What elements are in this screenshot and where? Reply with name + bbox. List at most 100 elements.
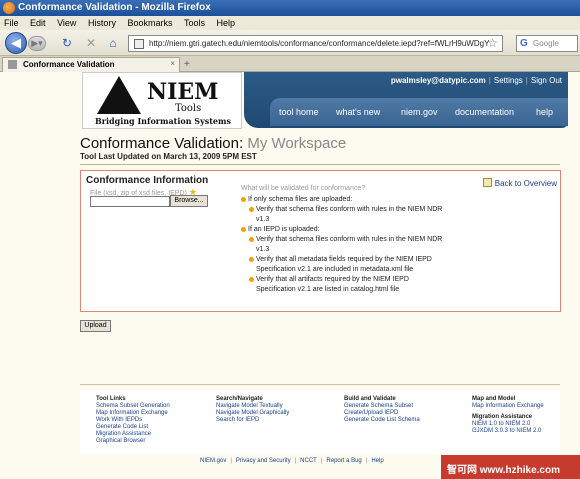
footer-col-search-navigate: Search/Navigate Navigate Model Textually N… bbox=[216, 396, 289, 424]
logo-triangle-icon bbox=[97, 76, 141, 114]
rule-text: If an IEPD is uploaded: bbox=[248, 226, 320, 233]
footer-link[interactable]: GJXDM 3.0.3 to NIEM 2.0 bbox=[472, 428, 544, 435]
validation-intro: What will be validated for conformance? bbox=[241, 185, 366, 192]
footer-link[interactable]: Generate Schema Subset bbox=[344, 403, 420, 410]
site-nav: tool home what's new niem.gov documentat… bbox=[270, 98, 568, 126]
reload-icon[interactable]: ↻ bbox=[60, 36, 74, 50]
upload-button[interactable]: Upload bbox=[80, 320, 111, 332]
nav-whats-new[interactable]: what's new bbox=[336, 107, 380, 117]
link-niem-gov[interactable]: NIEM.gov bbox=[200, 458, 226, 464]
browse-button[interactable]: Browse... bbox=[170, 195, 208, 207]
user-bar: pwalmsley@datypic.com | Settings | Sign Out bbox=[390, 76, 562, 85]
conformance-heading: Conformance Information bbox=[86, 175, 208, 186]
menu-bookmarks[interactable]: Bookmarks bbox=[127, 16, 172, 30]
footer-link[interactable]: Migration Assistance bbox=[96, 431, 170, 438]
menu-tools[interactable]: Tools bbox=[184, 16, 205, 30]
rule-text: Verify that all artifacts required by th… bbox=[256, 276, 409, 283]
tab-strip: Conformance Validation × + bbox=[0, 56, 580, 72]
window-title-bar: Conformance Validation - Mozilla Firefox bbox=[0, 0, 580, 16]
bullet-icon bbox=[249, 257, 254, 262]
rule-text: v1.3 bbox=[256, 246, 270, 253]
footer-link[interactable]: Create/Upload IEPD bbox=[344, 410, 420, 417]
link-privacy[interactable]: Privacy and Security bbox=[236, 458, 291, 464]
footer-link[interactable]: Generate Code List bbox=[96, 424, 170, 431]
rule-text: v1.3 bbox=[256, 216, 270, 223]
logo-sub: Tools bbox=[175, 103, 202, 114]
bullet-icon bbox=[249, 207, 254, 212]
edit-pencil-icon bbox=[482, 178, 492, 187]
footer-link[interactable]: Graphical Browser bbox=[96, 438, 170, 445]
page-title: Conformance Validation: My Workspace bbox=[80, 135, 346, 152]
menu-file[interactable]: File bbox=[4, 16, 19, 30]
menu-edit[interactable]: Edit bbox=[30, 16, 46, 30]
link-report-bug[interactable]: Report a Bug bbox=[326, 458, 361, 464]
footer-link[interactable]: Map Information Exchange bbox=[472, 403, 544, 410]
tab-title: Conformance Validation bbox=[23, 60, 115, 69]
sign-out-link[interactable]: Sign Out bbox=[531, 76, 562, 85]
workspace-label: My Workspace bbox=[247, 135, 347, 152]
bullet-icon bbox=[241, 197, 246, 202]
back-link-text: Back to Overview bbox=[494, 179, 557, 188]
footer-link[interactable]: Search for IEPD bbox=[216, 417, 289, 424]
last-updated: Tool Last Updated on March 13, 2009 5PM … bbox=[80, 152, 257, 161]
rule-text: Verify that schema files conform with ru… bbox=[256, 206, 443, 213]
footer-link[interactable]: Generate Code List Schema bbox=[344, 417, 420, 424]
menu-help[interactable]: Help bbox=[217, 16, 236, 30]
address-bar[interactable]: http://niem.gtri.gatech.edu/niemtools/co… bbox=[128, 35, 503, 52]
footer-heading: Migration Assistance bbox=[472, 414, 533, 420]
nav-help[interactable]: help bbox=[536, 107, 553, 117]
file-path-input[interactable] bbox=[90, 196, 170, 207]
footer-link[interactable]: Navigate Model Textually bbox=[216, 403, 289, 410]
nav-documentation[interactable]: documentation bbox=[455, 107, 514, 117]
new-tab-icon[interactable]: + bbox=[184, 59, 190, 70]
menu-history[interactable]: History bbox=[88, 16, 116, 30]
conformance-panel: Conformance Information File (xsd, zip o… bbox=[80, 170, 561, 312]
site-header: pwalmsley@datypic.com | Settings | Sign Out … bbox=[244, 72, 568, 128]
search-box[interactable]: G Google bbox=[516, 35, 578, 52]
rule-text: Specification v2.1 are listed in catalog… bbox=[256, 286, 400, 293]
page-content: NIEM Tools Bridging Information Systems … bbox=[0, 72, 580, 479]
logo-tagline: Bridging Information Systems bbox=[95, 116, 231, 126]
forward-button[interactable]: ▶▾ bbox=[28, 36, 46, 51]
footer-heading: Search/Navigate bbox=[216, 396, 263, 402]
footer-divider bbox=[80, 384, 560, 385]
bookmark-star-icon[interactable]: ☆ bbox=[487, 36, 498, 50]
nav-tool-home[interactable]: tool home bbox=[279, 107, 319, 117]
rule-text: Verify that schema files conform with ru… bbox=[256, 236, 443, 243]
settings-link[interactable]: Settings bbox=[494, 76, 523, 85]
rule-text: Specification v2.1 are included in metad… bbox=[256, 266, 414, 273]
site-watermark: 智可网 www.hzhike.com bbox=[441, 455, 580, 479]
footer-col-tool-links: Tool Links Schema Subset Generation Map In… bbox=[96, 396, 170, 445]
footer-heading: Map and Model bbox=[472, 396, 516, 402]
nav-niem-gov[interactable]: niem.gov bbox=[401, 107, 438, 117]
menu-view[interactable]: View bbox=[57, 16, 76, 30]
link-help[interactable]: Help bbox=[371, 458, 383, 464]
search-placeholder: Google bbox=[533, 39, 559, 48]
title-divider bbox=[80, 164, 560, 165]
footer-link[interactable]: Navigate Model Graphically bbox=[216, 410, 289, 417]
footer-link[interactable]: NIEM 1.0 to NIEM 2.0 bbox=[472, 421, 544, 428]
link-ncct[interactable]: NCCT bbox=[300, 458, 317, 464]
close-tab-icon[interactable]: × bbox=[170, 59, 175, 68]
footer-link[interactable]: Work With IEPDs bbox=[96, 417, 170, 424]
footer-heading: Tool Links bbox=[96, 396, 126, 402]
bottom-links: NIEM.gov | Privacy and Security | NCCT | Repor… bbox=[200, 458, 384, 464]
firefox-icon bbox=[3, 2, 15, 14]
back-to-overview-link[interactable]: Back to Overview bbox=[482, 178, 557, 188]
logo-name: NIEM bbox=[147, 79, 219, 105]
rule-text: If only schema files are uploaded: bbox=[248, 196, 353, 203]
window-title: Conformance Validation - Mozilla Firefox bbox=[18, 2, 211, 13]
rule-text: Verify that all metadata fields required… bbox=[256, 256, 432, 263]
footer-link[interactable]: Schema Subset Generation bbox=[96, 403, 170, 410]
footer-heading: Build and Validate bbox=[344, 396, 396, 402]
navigation-toolbar: ◀ ▶▾ ↻ ✕ ⌂ http://niem.gtri.gatech.edu/n… bbox=[0, 30, 580, 56]
menu-bar: File Edit View History Bookmarks Tools H… bbox=[0, 16, 580, 30]
niem-tools-logo[interactable]: NIEM Tools Bridging Information Systems bbox=[82, 72, 242, 129]
tab-conformance[interactable]: Conformance Validation × bbox=[2, 57, 180, 72]
footer-col-build-validate: Build and Validate Generate Schema Subset… bbox=[344, 396, 420, 424]
conformance-heading-text: Conformance Information bbox=[86, 175, 209, 186]
stop-icon[interactable]: ✕ bbox=[84, 36, 98, 50]
back-button[interactable]: ◀ bbox=[5, 32, 27, 54]
home-icon[interactable]: ⌂ bbox=[106, 36, 120, 50]
footer-link[interactable]: Map Information Exchange bbox=[96, 410, 170, 417]
